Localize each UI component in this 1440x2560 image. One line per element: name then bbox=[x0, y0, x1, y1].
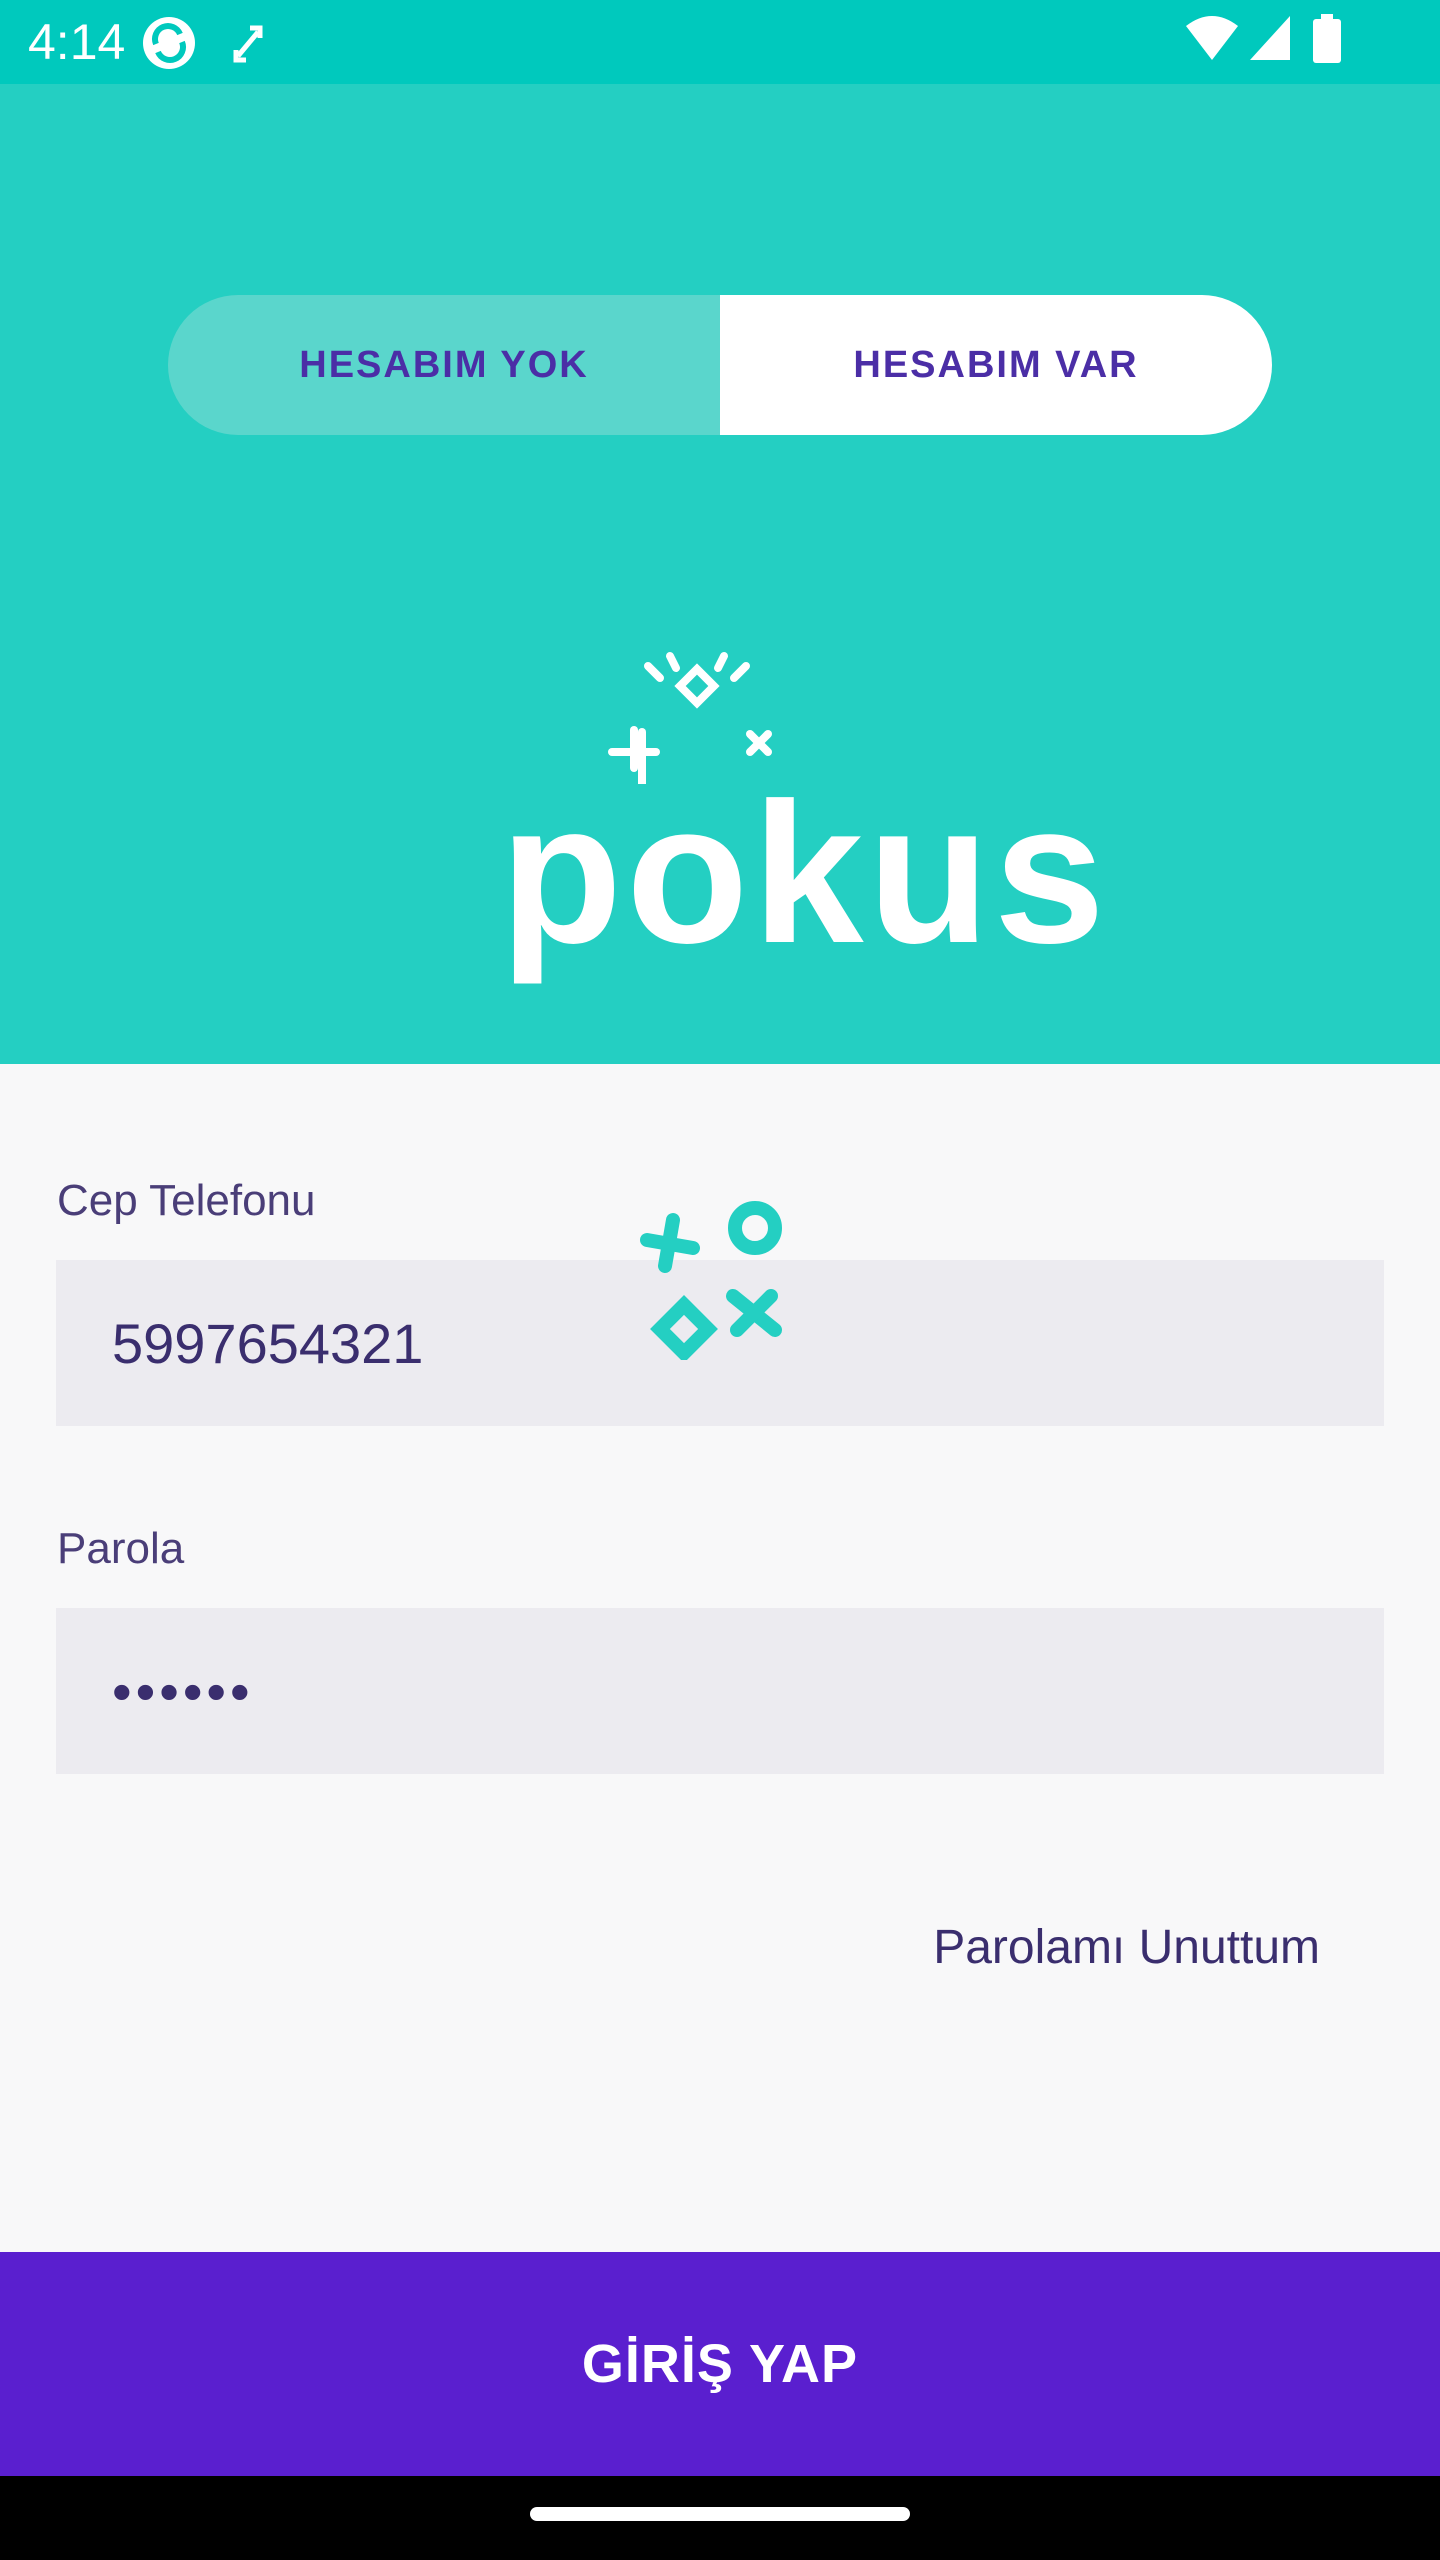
screen-rotate-icon bbox=[230, 14, 266, 77]
hero-header: HESABIM YOK HESABIM VAR pokus bbox=[0, 84, 1440, 1064]
navigation-bar bbox=[0, 2476, 1440, 2560]
password-label: Parola bbox=[57, 1524, 185, 1573]
forgot-password-link[interactable]: Parolamı Unuttum bbox=[900, 1920, 1320, 1975]
home-handle[interactable] bbox=[530, 2507, 910, 2521]
loading-spinner-icon bbox=[640, 1201, 782, 1360]
pokus-logo: pokus bbox=[500, 624, 1109, 985]
status-time: 4:14 bbox=[28, 14, 126, 70]
login-button[interactable]: GİRİŞ YAP bbox=[0, 2252, 1440, 2476]
wifi-icon bbox=[1184, 14, 1240, 69]
sync-app-icon bbox=[140, 14, 198, 77]
status-bar: 4:14 bbox=[0, 0, 1440, 84]
tab-no-account[interactable]: HESABIM YOK bbox=[168, 295, 720, 435]
phone-label: Cep Telefonu bbox=[57, 1176, 316, 1225]
password-field[interactable] bbox=[56, 1608, 1384, 1774]
tab-have-account[interactable]: HESABIM VAR bbox=[720, 295, 1272, 435]
signal-icon bbox=[1248, 14, 1292, 69]
account-toggle: HESABIM YOK HESABIM VAR bbox=[168, 295, 1272, 435]
sparkle-icon bbox=[608, 652, 772, 784]
battery-icon bbox=[1312, 14, 1342, 69]
logo-text: pokus bbox=[500, 762, 1109, 985]
